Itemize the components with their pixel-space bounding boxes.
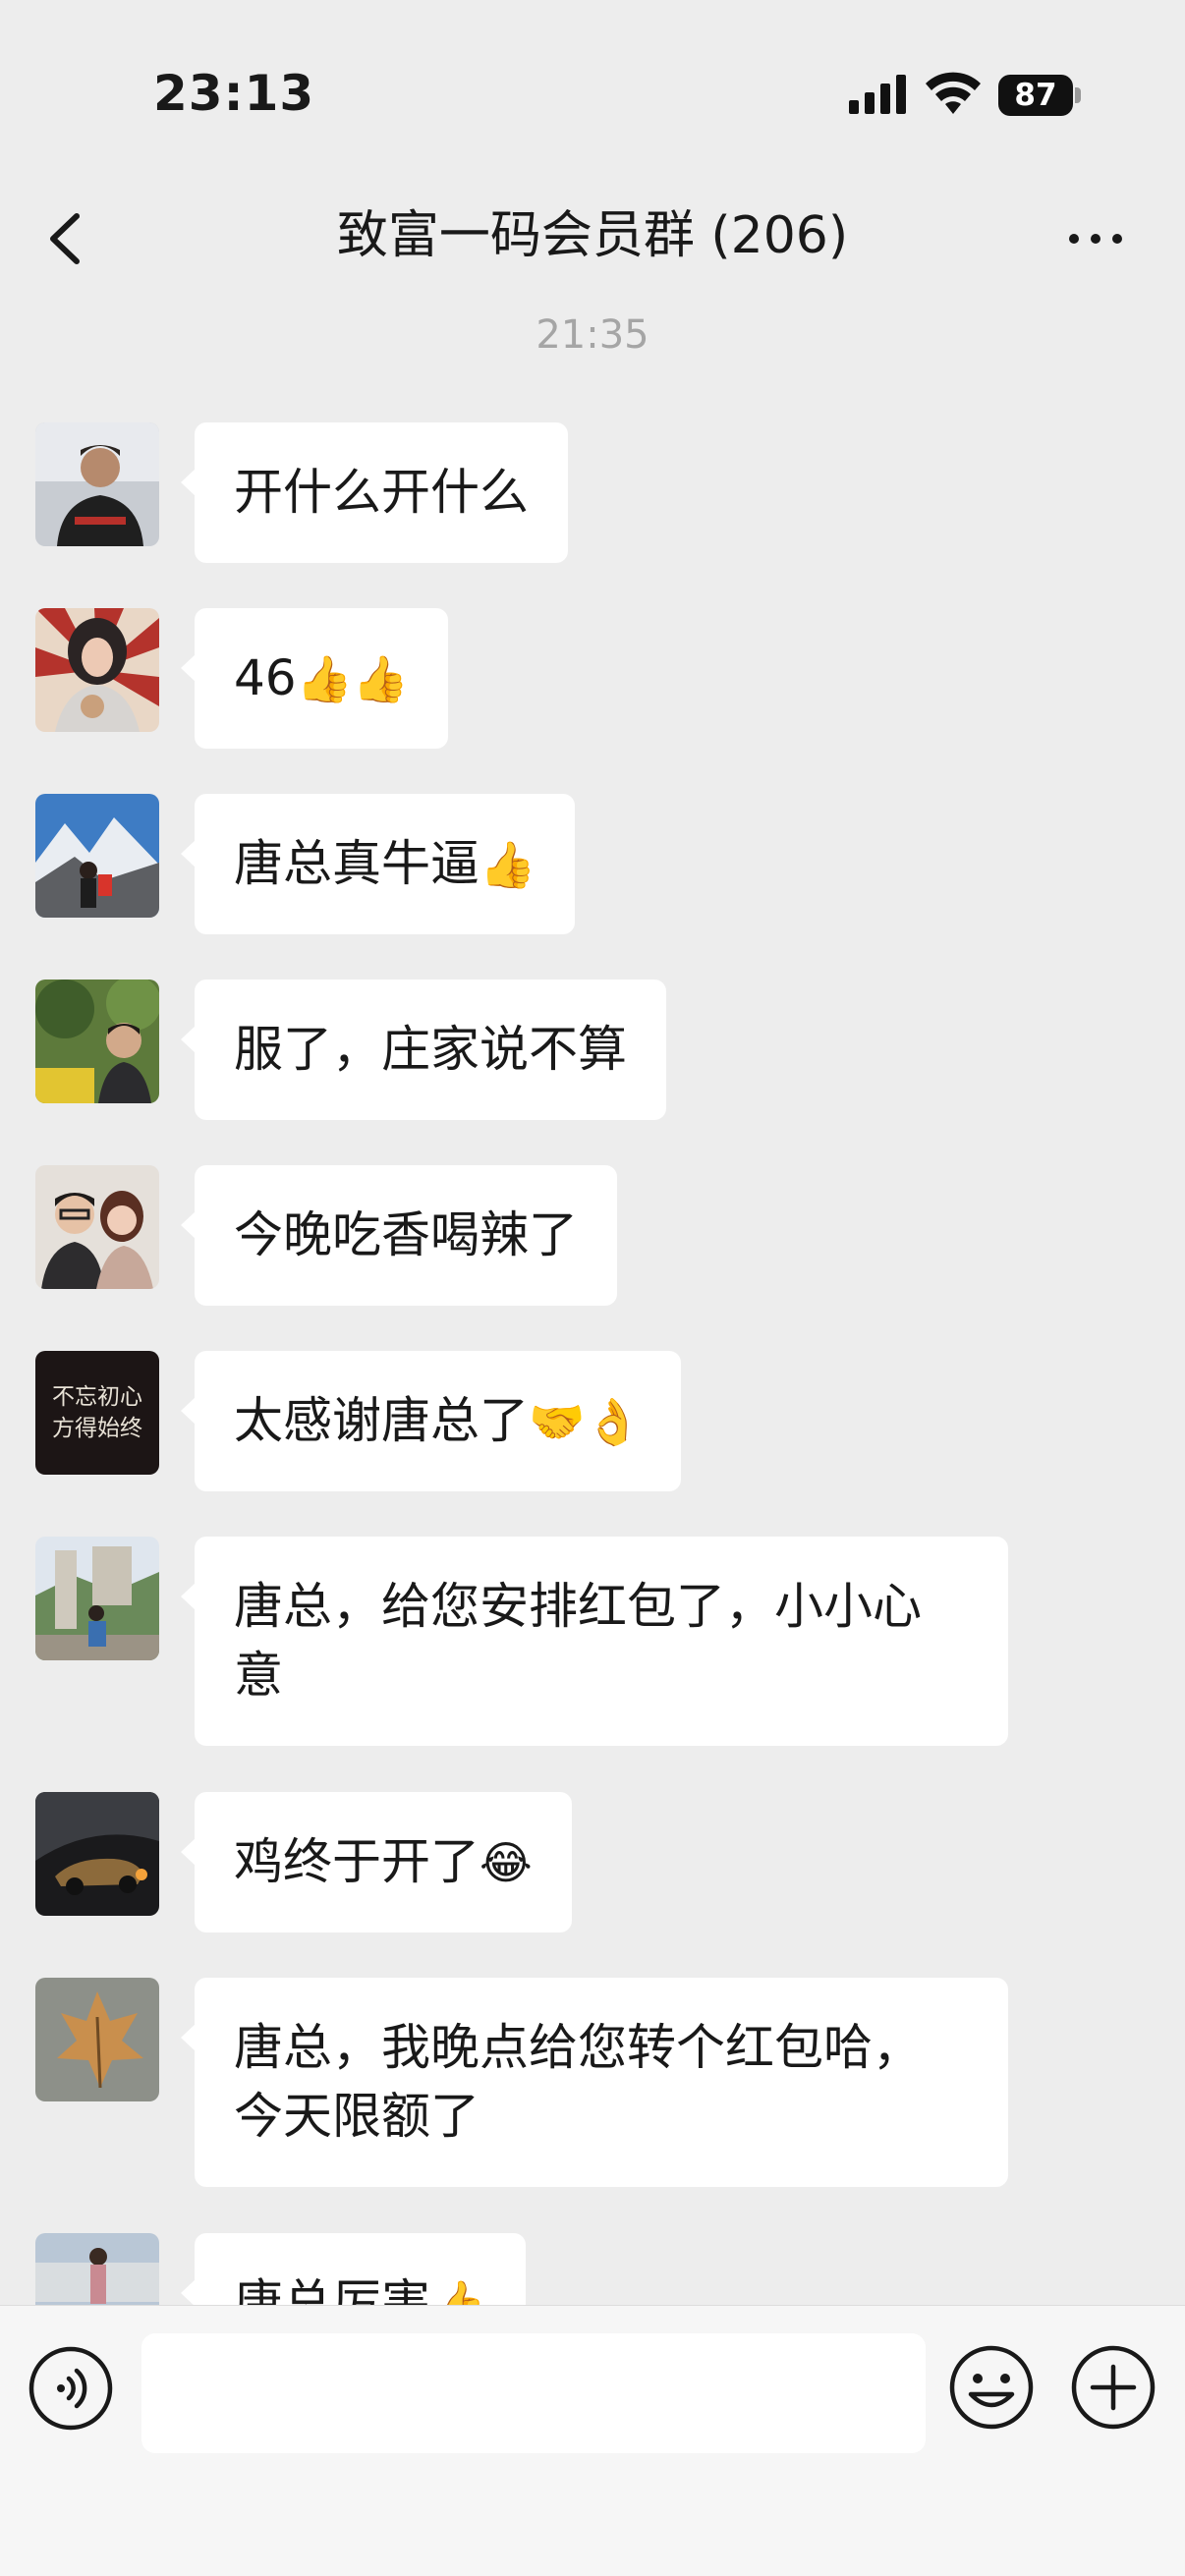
plus-icon[interactable] — [1069, 2343, 1157, 2432]
message-text: 太感谢唐总了 — [234, 1392, 529, 1449]
message-bubble[interactable]: 太感谢唐总了🤝👌 — [181, 1351, 681, 1491]
avatar[interactable] — [35, 1792, 159, 1916]
message-input-bar — [0, 2305, 1185, 2576]
message-text: 今晚吃香喝辣了 — [234, 1206, 578, 1263]
message-timestamp: 21:35 — [536, 312, 649, 358]
more-options-button[interactable] — [1061, 214, 1130, 263]
message-emoji: 👍👍 — [296, 652, 410, 705]
voice-input-icon[interactable] — [28, 2345, 114, 2432]
message-emoji: 👍 — [430, 2277, 487, 2305]
avatar[interactable] — [35, 422, 159, 546]
message-text: 46 — [234, 649, 297, 706]
battery-cap — [1075, 87, 1081, 103]
message-text: 唐总厉害 — [234, 2274, 430, 2305]
avatar[interactable] — [35, 980, 159, 1103]
svg-text:方得始终: 方得始终 — [52, 1416, 142, 1441]
battery-icon: 87 — [998, 75, 1081, 116]
message-bubble[interactable]: 46👍👍 — [180, 608, 449, 749]
battery-level: 87 — [998, 75, 1073, 116]
message-bubble[interactable]: 唐总，给您安排红包了，小小心意 — [181, 1537, 1008, 1746]
message-bubble[interactable]: 开什么开什么 — [181, 422, 568, 563]
message-input[interactable] — [141, 2333, 926, 2453]
more-dot — [1112, 234, 1122, 244]
wifi-icon — [926, 72, 981, 114]
message-bubble[interactable]: 唐总真牛逼👍 — [180, 794, 576, 934]
avatar[interactable] — [35, 1537, 159, 1660]
status-time: 23:13 — [153, 65, 315, 122]
message-text: 鸡终于开了 — [234, 1833, 480, 1890]
message-emoji: 😂 — [480, 1836, 533, 1889]
message-emoji: 👍 — [480, 838, 536, 891]
message-bubble[interactable]: 唐总厉害👍 — [180, 2233, 527, 2305]
cellular-signal-icon — [849, 75, 906, 114]
avatar[interactable] — [35, 794, 159, 918]
avatar[interactable] — [35, 2233, 159, 2305]
avatar[interactable] — [35, 608, 159, 732]
message-text: 唐总真牛逼 — [234, 835, 480, 892]
message-list[interactable]: 开什么开什么 46👍👍 唐总真牛逼👍 服了，庄家说不算 今晚吃香喝辣了 不忘初心… — [0, 393, 1185, 2305]
more-dot — [1069, 234, 1079, 244]
message-bubble[interactable]: 唐总，我晚点给您转个红包哈，今天限额了 — [181, 1978, 1008, 2187]
more-dot — [1091, 234, 1100, 244]
chat-title: 致富一码会员群 (206) — [336, 206, 849, 265]
message-text: 开什么开什么 — [234, 464, 529, 521]
message-emoji: 🤝👌 — [529, 1395, 642, 1448]
avatar[interactable] — [35, 1978, 159, 2101]
message-text: 唐总，我晚点给您转个红包哈，今天限额了 — [234, 2019, 922, 2145]
message-bubble[interactable]: 鸡终于开了😂 — [181, 1792, 572, 1932]
chat-screen: 23:13 87 致富一码会员群 (206) 21:35 开什么开什么 46👍👍… — [0, 0, 1185, 2576]
avatar[interactable] — [35, 1165, 159, 1289]
message-bubble[interactable]: 今晚吃香喝辣了 — [181, 1165, 617, 1306]
message-bubble[interactable]: 服了，庄家说不算 — [181, 980, 666, 1120]
avatar-text-calligraphy[interactable]: 不忘初心 方得始终 — [35, 1351, 159, 1475]
message-text: 服了，庄家说不算 — [234, 1021, 627, 1078]
svg-text:不忘初心: 不忘初心 — [52, 1384, 142, 1410]
emoji-icon[interactable] — [947, 2343, 1036, 2432]
message-text: 唐总，给您安排红包了，小小心意 — [234, 1578, 922, 1704]
